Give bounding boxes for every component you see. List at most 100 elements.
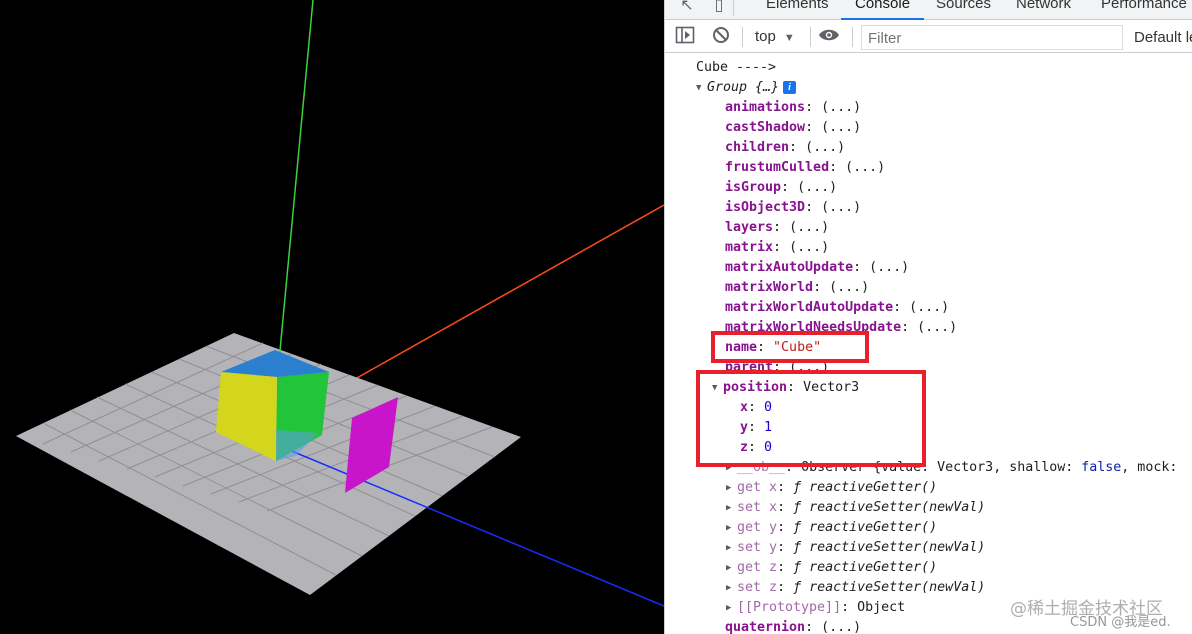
observer-value-false: false [1081,460,1122,475]
inspect-icon[interactable]: ↖ [677,0,697,15]
accessor-axis: x [769,480,778,495]
function-icon: ƒ [793,520,810,535]
property-key: matrixWorldAutoUpdate [725,300,894,315]
property-key: matrixWorld [725,280,814,295]
accessor-axis: z [769,560,778,575]
property-value: (...) [909,300,950,315]
accessor-kind: get [737,480,762,495]
watermark-csdn: CSDN @我是ed. [1070,615,1171,630]
accessor-row[interactable]: ▶ set x: ƒ reactiveSetter(newVal) [726,498,985,518]
expand-arrow-icon[interactable]: ▶ [726,538,737,558]
toolbar-divider [742,27,743,47]
accessor-function: reactiveGetter() [809,480,938,495]
property-value: Object [857,600,906,615]
property-value: (...) [789,240,830,255]
log-label: Cube ----> [696,60,777,75]
expand-arrow-icon[interactable]: ▶ [726,498,737,518]
property-row[interactable]: matrixWorldAutoUpdate: (...) [725,298,949,318]
info-icon[interactable]: i [783,81,797,94]
property-row[interactable]: matrix: (...) [725,238,829,258]
property-row-quaternion[interactable]: quaternion: (...) [725,618,861,634]
device-toggle-icon[interactable]: ▯ [709,0,729,15]
accessor-kind: set [737,540,762,555]
accessor-function: reactiveGetter() [809,560,938,575]
scene-canvas [16,0,664,607]
context-selector[interactable]: top ▼ [755,28,795,45]
dropdown-caret-icon: ▼ [783,32,795,44]
property-key: children [725,140,790,155]
property-row[interactable]: isObject3D: (...) [725,198,861,218]
devtools-tabbar: ↖ ▯ Elements Console Sources Network Per… [665,0,1192,20]
function-icon: ƒ [793,580,810,595]
toolbar-divider [852,27,853,47]
property-value: (...) [821,620,862,634]
tab-performance[interactable]: Performance [1101,0,1187,20]
property-key: [[Prototype]] [737,600,842,615]
accessor-axis: y [769,520,778,535]
eye-icon[interactable] [817,26,841,48]
observer-value-suffix: , mock: [1121,460,1178,475]
property-value: (...) [829,280,870,295]
property-row[interactable]: children: (...) [725,138,845,158]
expand-arrow-icon[interactable]: ▶ [726,518,737,538]
highlight-box-name [711,331,869,363]
collapse-arrow-icon[interactable]: ▼ [696,78,707,98]
highlight-box-position [696,370,926,467]
prototype-row[interactable]: ▶ [[Prototype]]: Object [726,598,905,618]
accessor-row[interactable]: ▶ set z: ƒ reactiveSetter(newVal) [726,578,985,598]
property-key: quaternion [725,620,806,634]
property-row[interactable]: matrixAutoUpdate: (...) [725,258,909,278]
function-icon: ƒ [793,560,810,575]
accessor-row[interactable]: ▶ get y: ƒ reactiveGetter() [726,518,937,538]
clear-console-icon[interactable] [709,26,733,48]
console-toolbar: top ▼ Filter Default le [665,21,1192,53]
property-row[interactable]: animations: (...) [725,98,861,118]
accessor-kind: set [737,500,762,515]
filter-input[interactable]: Filter [861,25,1123,50]
property-key: frustumCulled [725,160,830,175]
accessor-row[interactable]: ▶ get x: ƒ reactiveGetter() [726,478,937,498]
accessor-axis: x [769,500,778,515]
function-icon: ƒ [793,480,810,495]
expand-arrow-icon[interactable]: ▶ [726,478,737,498]
property-value: (...) [869,260,910,275]
expand-arrow-icon[interactable]: ▶ [726,558,737,578]
tab-sources[interactable]: Sources [936,0,991,20]
group-label: Group {…} [707,80,780,95]
property-value: (...) [797,180,838,195]
property-key: castShadow [725,120,806,135]
devtools-panel: ↖ ▯ Elements Console Sources Network Per… [664,0,1192,634]
tab-console[interactable]: Console [840,0,925,20]
property-key: layers [725,220,774,235]
property-row[interactable]: frustumCulled: (...) [725,158,885,178]
log-levels-dropdown[interactable]: Default le [1134,29,1192,46]
sidebar-toggle-icon[interactable] [673,26,697,48]
function-icon: ƒ [793,540,810,555]
property-row[interactable]: isGroup: (...) [725,178,837,198]
group-object-row[interactable]: ▼ Group {…} i [696,78,797,98]
tab-network[interactable]: Network [1016,0,1071,20]
tab-elements[interactable]: Elements [766,0,829,20]
accessor-function: reactiveSetter(newVal) [809,540,986,555]
property-row[interactable]: castShadow: (...) [725,118,861,138]
property-row[interactable]: matrixWorld: (...) [725,278,869,298]
accessor-kind: get [737,560,762,575]
accessor-row[interactable]: ▶ set y: ƒ reactiveSetter(newVal) [726,538,985,558]
threejs-viewport[interactable] [0,0,664,634]
context-label: top [755,28,776,45]
accessor-function: reactiveGetter() [809,520,938,535]
property-row[interactable]: layers: (...) [725,218,829,238]
property-value: (...) [917,320,958,335]
property-key: animations [725,100,806,115]
property-value: (...) [789,220,830,235]
accessor-row[interactable]: ▶ get z: ƒ reactiveGetter() [726,558,937,578]
expand-arrow-icon[interactable]: ▶ [726,598,737,618]
tabbar-divider [733,0,734,16]
property-key: isGroup [725,180,782,195]
accessor-axis: y [769,540,778,555]
expand-arrow-icon[interactable]: ▶ [726,578,737,598]
property-value: (...) [821,120,862,135]
toolbar-divider [810,27,811,47]
property-value: (...) [845,160,886,175]
accessor-kind: get [737,520,762,535]
